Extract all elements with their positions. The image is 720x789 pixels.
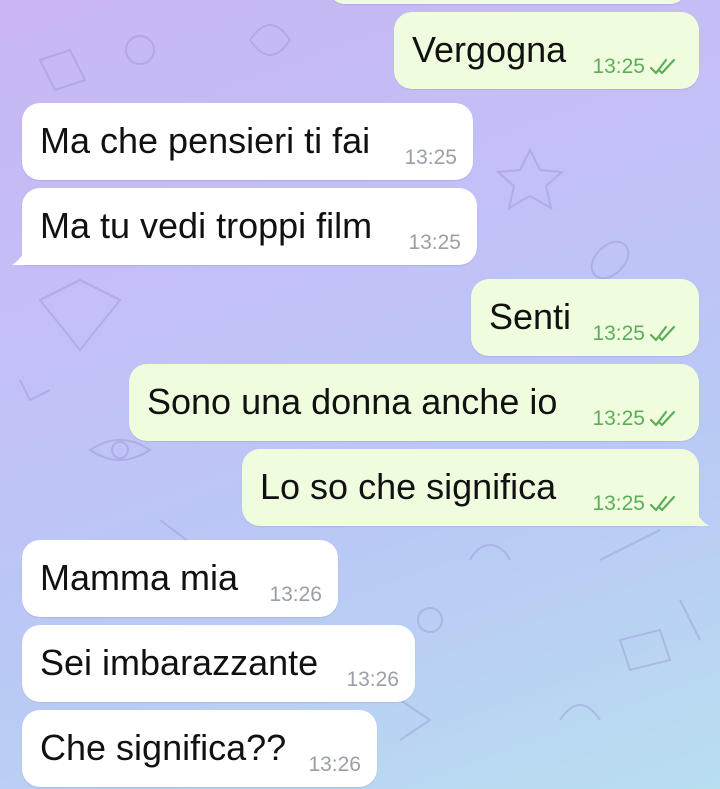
message-meta: 13:26 bbox=[269, 583, 322, 607]
message-text: Vergogna bbox=[412, 29, 567, 70]
incoming-message[interactable]: Mamma mia 13:26 bbox=[22, 540, 338, 617]
outgoing-message[interactable]: Vergogna 13:25 bbox=[394, 12, 699, 89]
message-time: 13:26 bbox=[346, 668, 399, 691]
message-text: Sei imbarazzante bbox=[40, 642, 319, 683]
message-meta: 13:25 bbox=[592, 407, 683, 431]
message-meta: 13:25 bbox=[592, 322, 683, 346]
double-check-icon bbox=[649, 325, 676, 342]
double-check-icon bbox=[649, 410, 676, 427]
partial-message-bubble bbox=[330, 0, 685, 4]
message-text: Sono una donna anche io bbox=[147, 381, 558, 422]
double-check-icon bbox=[649, 58, 676, 75]
bubble-tail bbox=[12, 247, 26, 265]
message-time: 13:25 bbox=[592, 322, 645, 345]
message-time: 13:25 bbox=[592, 407, 645, 430]
incoming-message[interactable]: Che significa?? 13:26 bbox=[22, 710, 377, 787]
message-time: 13:25 bbox=[592, 55, 645, 78]
message-text: Senti bbox=[489, 296, 572, 337]
double-check-icon bbox=[649, 495, 676, 512]
message-meta: 13:25 bbox=[592, 492, 683, 516]
message-meta: 13:25 bbox=[592, 55, 683, 79]
message-text: Che significa?? bbox=[40, 727, 287, 768]
outgoing-message[interactable]: Sono una donna anche io 13:25 bbox=[129, 364, 699, 441]
message-time: 13:25 bbox=[408, 231, 461, 254]
incoming-message[interactable]: Ma tu vedi troppi film 13:25 bbox=[12, 188, 477, 265]
message-time: 13:25 bbox=[592, 492, 645, 515]
outgoing-message[interactable]: Senti 13:25 bbox=[471, 279, 699, 356]
message-time: 13:26 bbox=[308, 753, 361, 776]
message-text: Mamma mia bbox=[40, 557, 239, 598]
message-time: 13:26 bbox=[269, 583, 322, 606]
message-text: Ma tu vedi troppi film bbox=[40, 205, 373, 246]
message-meta: 13:25 bbox=[404, 146, 457, 170]
incoming-message[interactable]: Ma che pensieri ti fai 13:25 bbox=[22, 103, 473, 180]
message-meta: 13:26 bbox=[308, 753, 361, 777]
message-meta: 13:26 bbox=[346, 668, 399, 692]
bubble-tail bbox=[695, 508, 709, 526]
message-meta: 13:25 bbox=[408, 231, 461, 255]
incoming-message[interactable]: Sei imbarazzante 13:26 bbox=[22, 625, 415, 702]
message-text: Ma che pensieri ti fai bbox=[40, 120, 371, 161]
chat-message-list[interactable]: Vergogna 13:25 Ma che pensieri ti fai 13… bbox=[0, 0, 720, 789]
message-time: 13:25 bbox=[404, 146, 457, 169]
message-text: Lo so che significa bbox=[260, 466, 557, 507]
outgoing-message[interactable]: Lo so che significa 13:25 bbox=[242, 449, 709, 526]
